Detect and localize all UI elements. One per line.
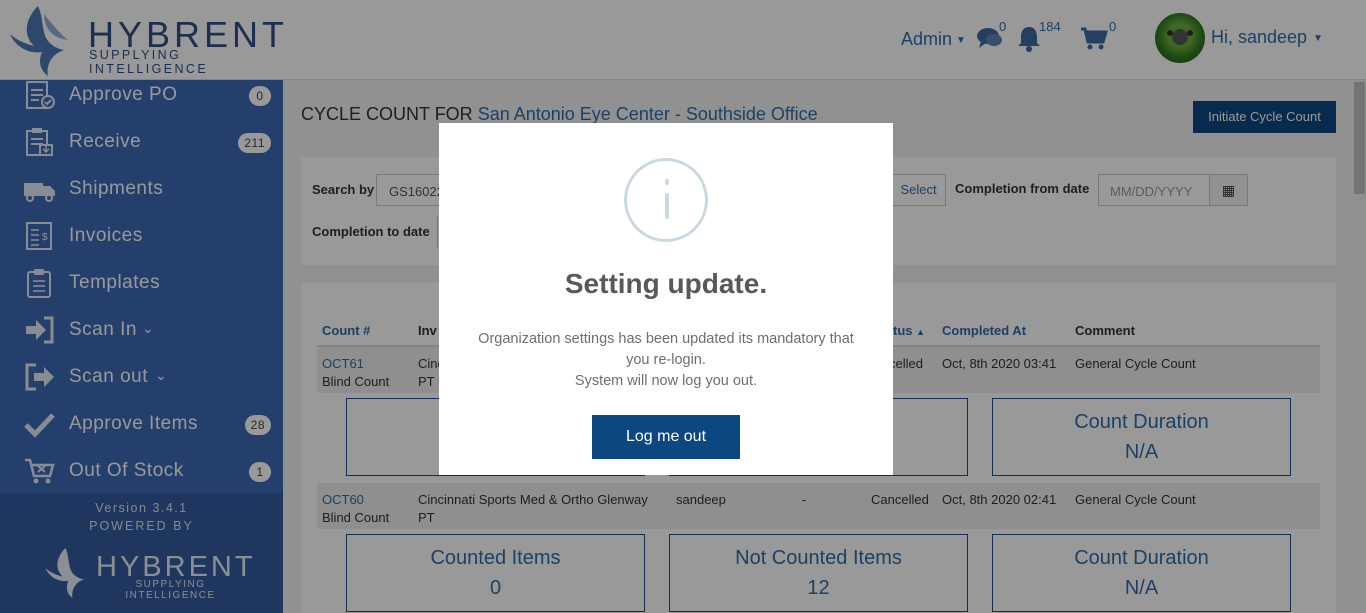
info-icon-bar <box>665 193 669 219</box>
dialog-message-line: Organization settings has been updated i… <box>478 331 854 347</box>
dialog-message-line: System will now log you out. <box>574 373 758 389</box>
dialog-message: Organization settings has been updated i… <box>459 329 873 392</box>
dialog-title: Setting update. <box>564 268 768 299</box>
dialog-message-line: you re-login. <box>626 352 706 368</box>
log-me-out-button[interactable]: Log me out <box>592 415 740 459</box>
info-icon <box>624 158 708 242</box>
setting-update-dialog: Setting update. Organization settings ha… <box>439 123 893 475</box>
info-icon-dot <box>665 179 669 185</box>
